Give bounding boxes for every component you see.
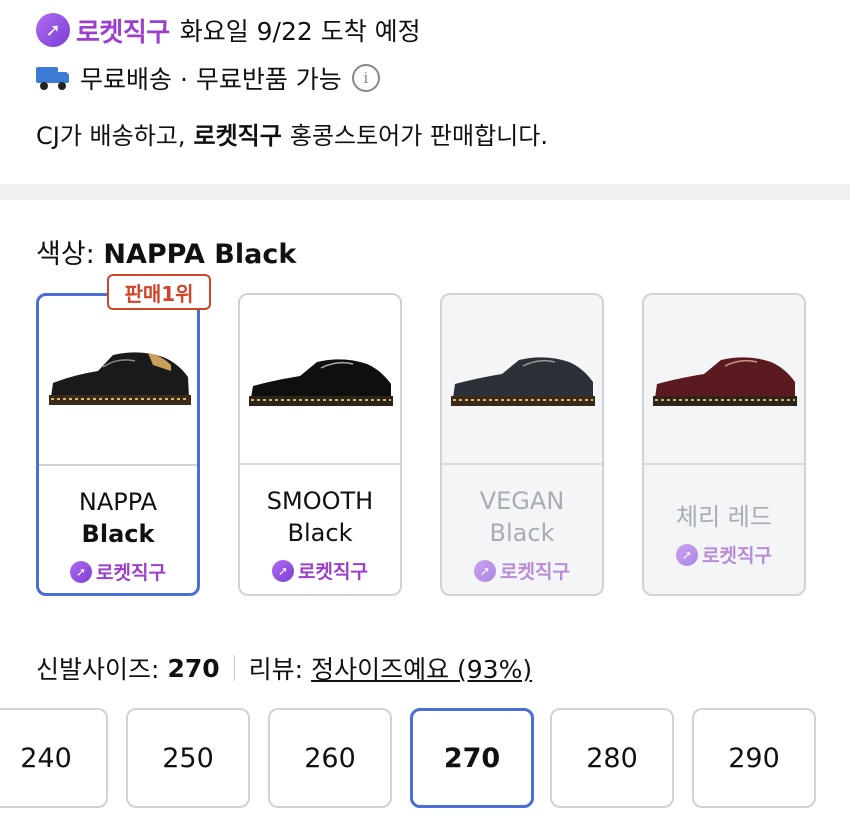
color-label: 색상: NAPPA Black xyxy=(36,232,296,271)
rocket-icon: ➚ xyxy=(272,559,295,582)
color-option-line2: Black xyxy=(81,520,155,548)
size-option-280[interactable]: 280 xyxy=(550,708,674,808)
rocket-badge: ➚ 로켓직구 xyxy=(644,541,804,568)
shoe-icon xyxy=(451,357,595,406)
shoe-icon xyxy=(49,352,191,405)
delivery-info: ➚ 로켓직구 화요일 9/22 도착 예정 무료배송 · 무료반품 가능 i C… xyxy=(0,0,850,185)
rocket-icon: ➚ xyxy=(36,13,70,47)
rocket-icon: ➚ xyxy=(474,559,497,582)
seller-prefix: CJ가 배송하고, xyxy=(36,121,186,150)
truck-icon xyxy=(36,65,70,91)
seller-row: CJ가 배송하고, 로켓직구 홍콩스토어가 판매합니다. xyxy=(36,113,548,153)
color-option-nappa-black[interactable]: NAPPA Black ➚ 로켓직구 xyxy=(36,293,200,596)
rocket-label: 로켓직구 xyxy=(76,17,170,48)
shipping-row: 무료배송 · 무료반품 가능 i xyxy=(36,58,380,98)
size-option-270[interactable]: 270 xyxy=(410,708,534,808)
shoe-image xyxy=(39,296,197,466)
color-option-line1: NAPPA xyxy=(78,488,158,516)
color-option-line1: SMOOTH xyxy=(266,487,374,515)
size-option-290[interactable]: 290 xyxy=(692,708,816,808)
rocket-icon: ➚ xyxy=(676,543,699,566)
shoe-image xyxy=(442,295,602,465)
divider xyxy=(233,655,235,681)
size-label: 신발사이즈: 270 리뷰: 정사이즈예요 (93%) xyxy=(36,650,532,686)
color-option-cherry-red[interactable]: 체리 레드 ➚ 로켓직구 xyxy=(642,293,806,596)
rocket-badge: ➚ 로켓직구 xyxy=(240,557,400,584)
size-option-250[interactable]: 250 xyxy=(126,708,250,808)
best-seller-tag: 판매1위 xyxy=(107,274,211,310)
rocket-badge: ➚ 로켓직구 xyxy=(39,558,197,585)
shoe-icon xyxy=(249,359,393,406)
color-option-line2: Black xyxy=(287,519,353,547)
shoe-image xyxy=(240,295,400,465)
review-link[interactable]: 정사이즈예요 (93%) xyxy=(311,650,532,686)
section-divider xyxy=(0,184,850,200)
color-option-vegan-black[interactable]: VEGAN Black ➚ 로켓직구 xyxy=(440,293,604,596)
rocket-badge-text: 로켓직구 xyxy=(702,545,772,567)
color-option-line1: 체리 레드 xyxy=(676,503,772,531)
arrival-date: 화요일 9/22 도착 예정 xyxy=(179,17,421,46)
seller-brand: 로켓직구 xyxy=(193,121,282,150)
selected-color: NAPPA Black xyxy=(103,239,297,270)
info-icon[interactable]: i xyxy=(351,64,380,92)
rocket-badge-text: 로켓직구 xyxy=(500,561,570,583)
seller-suffix: 홍콩스토어가 판매합니다. xyxy=(289,121,548,150)
rocket-arrival-row: ➚ 로켓직구 화요일 9/22 도착 예정 xyxy=(36,10,421,50)
review-label: 리뷰: xyxy=(248,655,304,684)
size-option-240[interactable]: 240 xyxy=(0,708,108,808)
color-option-line1: VEGAN xyxy=(479,487,565,515)
shipping-text: 무료배송 · 무료반품 가능 xyxy=(80,65,342,94)
color-label-prefix: 색상: xyxy=(36,239,95,270)
color-option-smooth-black[interactable]: SMOOTH Black ➚ 로켓직구 xyxy=(238,293,402,596)
size-label-prefix: 신발사이즈: xyxy=(36,655,160,684)
rocket-badge-text: 로켓직구 xyxy=(96,562,166,584)
shoe-image xyxy=(644,295,804,465)
rocket-badge-text: 로켓직구 xyxy=(298,561,368,583)
rocket-icon: ➚ xyxy=(70,560,93,583)
size-option-260[interactable]: 260 xyxy=(268,708,392,808)
color-option-line2: Black xyxy=(489,519,555,547)
selected-size: 270 xyxy=(167,653,220,683)
rocket-badge: ➚ 로켓직구 xyxy=(442,557,602,584)
shoe-icon xyxy=(653,357,797,406)
